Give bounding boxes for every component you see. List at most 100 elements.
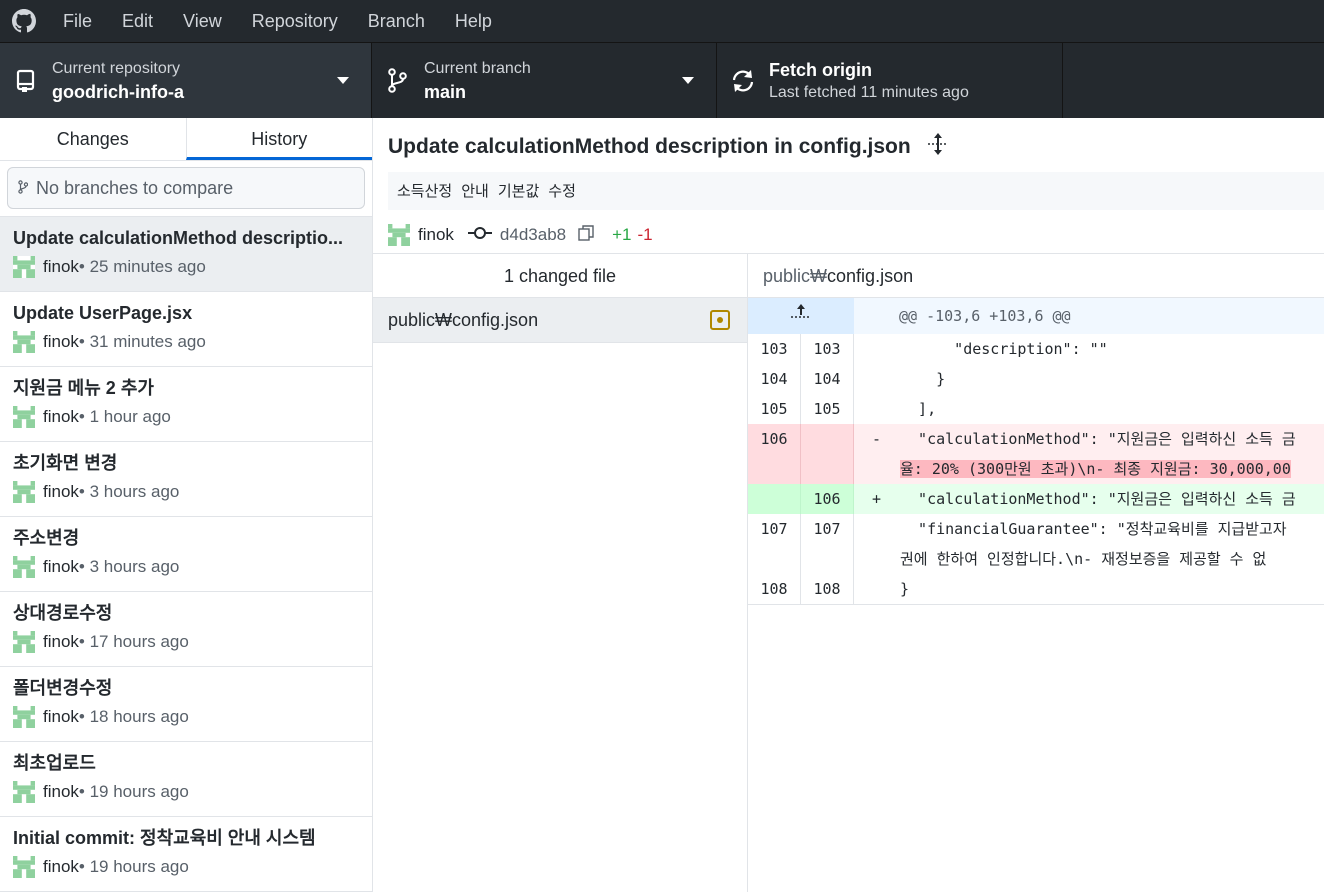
tab-changes[interactable]: Changes (0, 118, 186, 160)
old-line-number (748, 544, 801, 574)
commit-list-author: finok (43, 257, 79, 276)
commit-list-title: Update calculationMethod descriptio... (13, 228, 344, 248)
sidebar-tabs: Changes History (0, 118, 372, 161)
commit-list-item[interactable]: Initial commit: 정착교육비 안내 시스템 finok • 19 h… (0, 817, 372, 892)
commit-list-title: 초기화면 변경 (13, 453, 118, 473)
fetch-origin-button[interactable]: Fetch origin Last fetched 11 minutes ago (717, 43, 1063, 118)
commit-list-time: • 17 hours ago (78, 632, 189, 651)
sync-icon (717, 68, 769, 94)
modified-icon (710, 310, 730, 330)
deletions-count: -1 (637, 225, 653, 244)
diff-code: 권에 한하여 인정합니다.\n- 재정보증을 제공할 수 없 (900, 550, 1267, 568)
hunk-text: @@ -103,6 +103,6 @@ (899, 307, 1071, 325)
commit-list-author: finok (43, 407, 79, 426)
diff-code: ], (900, 400, 937, 418)
commit-list-author: finok (43, 782, 79, 801)
avatar (13, 406, 35, 428)
expand-up-icon[interactable] (748, 298, 854, 334)
menu-repository[interactable]: Repository (237, 0, 353, 42)
branch-name: main (424, 81, 467, 102)
commit-list-item[interactable]: Update UserPage.jsx finok • 31 minutes ag… (0, 292, 372, 367)
diff-code: 율: 20% (300만원 초과)\n- 최종 지원금: 30,000,00 (900, 460, 1291, 478)
commit-list-item[interactable]: 폴더변경수정 finok • 18 hours ago (0, 667, 372, 742)
new-line-number (801, 424, 854, 454)
toolbar: Current repository goodrich-info-a Curre… (0, 42, 1324, 118)
diff-code: } (900, 370, 946, 388)
copy-icon[interactable] (578, 224, 594, 246)
old-line-number: 107 (748, 514, 801, 544)
diff-line: 율: 20% (300만원 초과)\n- 최종 지원금: 30,000,00 (748, 454, 1324, 484)
avatar (13, 856, 35, 878)
new-line-number (801, 544, 854, 574)
diff-code: "description": "" (900, 340, 1108, 358)
sidebar: Changes History No branches to compare U… (0, 118, 373, 892)
commit-list-item[interactable]: 지원금 메뉴 2 추가 finok • 1 hour ago (0, 367, 372, 442)
current-branch-button[interactable]: Current branch main (372, 43, 717, 118)
expand-icon[interactable] (927, 132, 949, 162)
tab-history[interactable]: History (185, 118, 372, 160)
commit-list-time: • 3 hours ago (78, 482, 180, 501)
additions-count: +1 (612, 225, 632, 244)
commit-title: Update calculationMethod description in … (388, 135, 911, 158)
commit-list-item[interactable]: 초기화면 변경 finok • 3 hours ago (0, 442, 372, 517)
commit-list-title: 상대경로수정 (13, 603, 113, 623)
commit-list-item[interactable]: Update calculationMethod descriptio... fi… (0, 217, 372, 292)
commit-list-time: • 19 hours ago (78, 782, 189, 801)
diff-marker: + (872, 490, 882, 508)
diff-line: 106 - "calculationMethod": "지원금은 입력하신 소득 … (748, 424, 1324, 454)
commit-list-author: finok (43, 707, 79, 726)
repo-icon (0, 69, 52, 93)
menu-bar: File Edit View Repository Branch Help (0, 0, 1324, 42)
commit-list-time: • 3 hours ago (78, 557, 180, 576)
branch-icon (372, 67, 424, 94)
old-line-number (748, 454, 801, 484)
new-line-number (801, 454, 854, 484)
menu-file[interactable]: File (48, 0, 107, 42)
commit-summary: Update calculationMethod description in … (373, 118, 1324, 254)
menu-branch[interactable]: Branch (353, 0, 440, 42)
menu-help[interactable]: Help (440, 0, 507, 42)
commit-list-author: finok (43, 482, 79, 501)
old-line-number (748, 484, 801, 514)
commit-list-time: • 19 hours ago (78, 857, 189, 876)
diff-line: 107 107 "financialGuarantee": "정착교육비를 지급받… (748, 514, 1324, 544)
commit-list-time: • 25 minutes ago (78, 257, 206, 276)
commit-list-item[interactable]: 주소변경 finok • 3 hours ago (0, 517, 372, 592)
menu-view[interactable]: View (168, 0, 237, 42)
file-path: public₩config.json (388, 309, 539, 330)
commit-list-title: 최초업로드 (13, 753, 96, 773)
changed-files-pane: 1 changed file public₩config.json (373, 254, 748, 892)
diff-code: } (900, 580, 910, 598)
avatar (13, 556, 35, 578)
new-line-number: 105 (801, 394, 854, 424)
diff-code: "calculationMethod": "지원금은 입력하신 소득 금 (900, 430, 1296, 448)
commit-list-time: • 1 hour ago (78, 407, 171, 426)
commit-list-author: finok (43, 332, 79, 351)
diff-pane: public₩config.json @@ -103,6 +103,6 @@ 1… (748, 254, 1324, 892)
commit-list-time: • 18 hours ago (78, 707, 189, 726)
commit-list-item[interactable]: 최초업로드 finok • 19 hours ago (0, 742, 372, 817)
commit-list-time: • 31 minutes ago (78, 332, 206, 351)
menu-edit[interactable]: Edit (107, 0, 168, 42)
commit-list-title: Initial commit: 정착교육비 안내 시스템 (13, 828, 316, 848)
old-line-number: 108 (748, 574, 801, 604)
commit-list-title: Update UserPage.jsx (13, 303, 193, 323)
file-item[interactable]: public₩config.json (373, 298, 747, 343)
commit-list-item[interactable]: 상대경로수정 finok • 17 hours ago (0, 592, 372, 667)
commit-list-title: 주소변경 (13, 528, 80, 548)
branch-compare-input[interactable]: No branches to compare (7, 167, 365, 209)
commit-list-title: 폴더변경수정 (13, 678, 113, 698)
repo-name: goodrich-info-a (52, 81, 184, 102)
diff-line: 104 104 } (748, 364, 1324, 394)
current-repository-button[interactable]: Current repository goodrich-info-a (0, 43, 372, 118)
avatar (388, 224, 410, 246)
new-line-number: 103 (801, 334, 854, 364)
branch-icon (18, 178, 29, 199)
main-panel: Update calculationMethod description in … (373, 118, 1324, 892)
old-line-number: 106 (748, 424, 801, 454)
caret-down-icon (337, 77, 349, 84)
avatar (13, 706, 35, 728)
commit-list-author: finok (43, 557, 79, 576)
avatar (13, 481, 35, 503)
github-logo-icon (0, 0, 48, 42)
